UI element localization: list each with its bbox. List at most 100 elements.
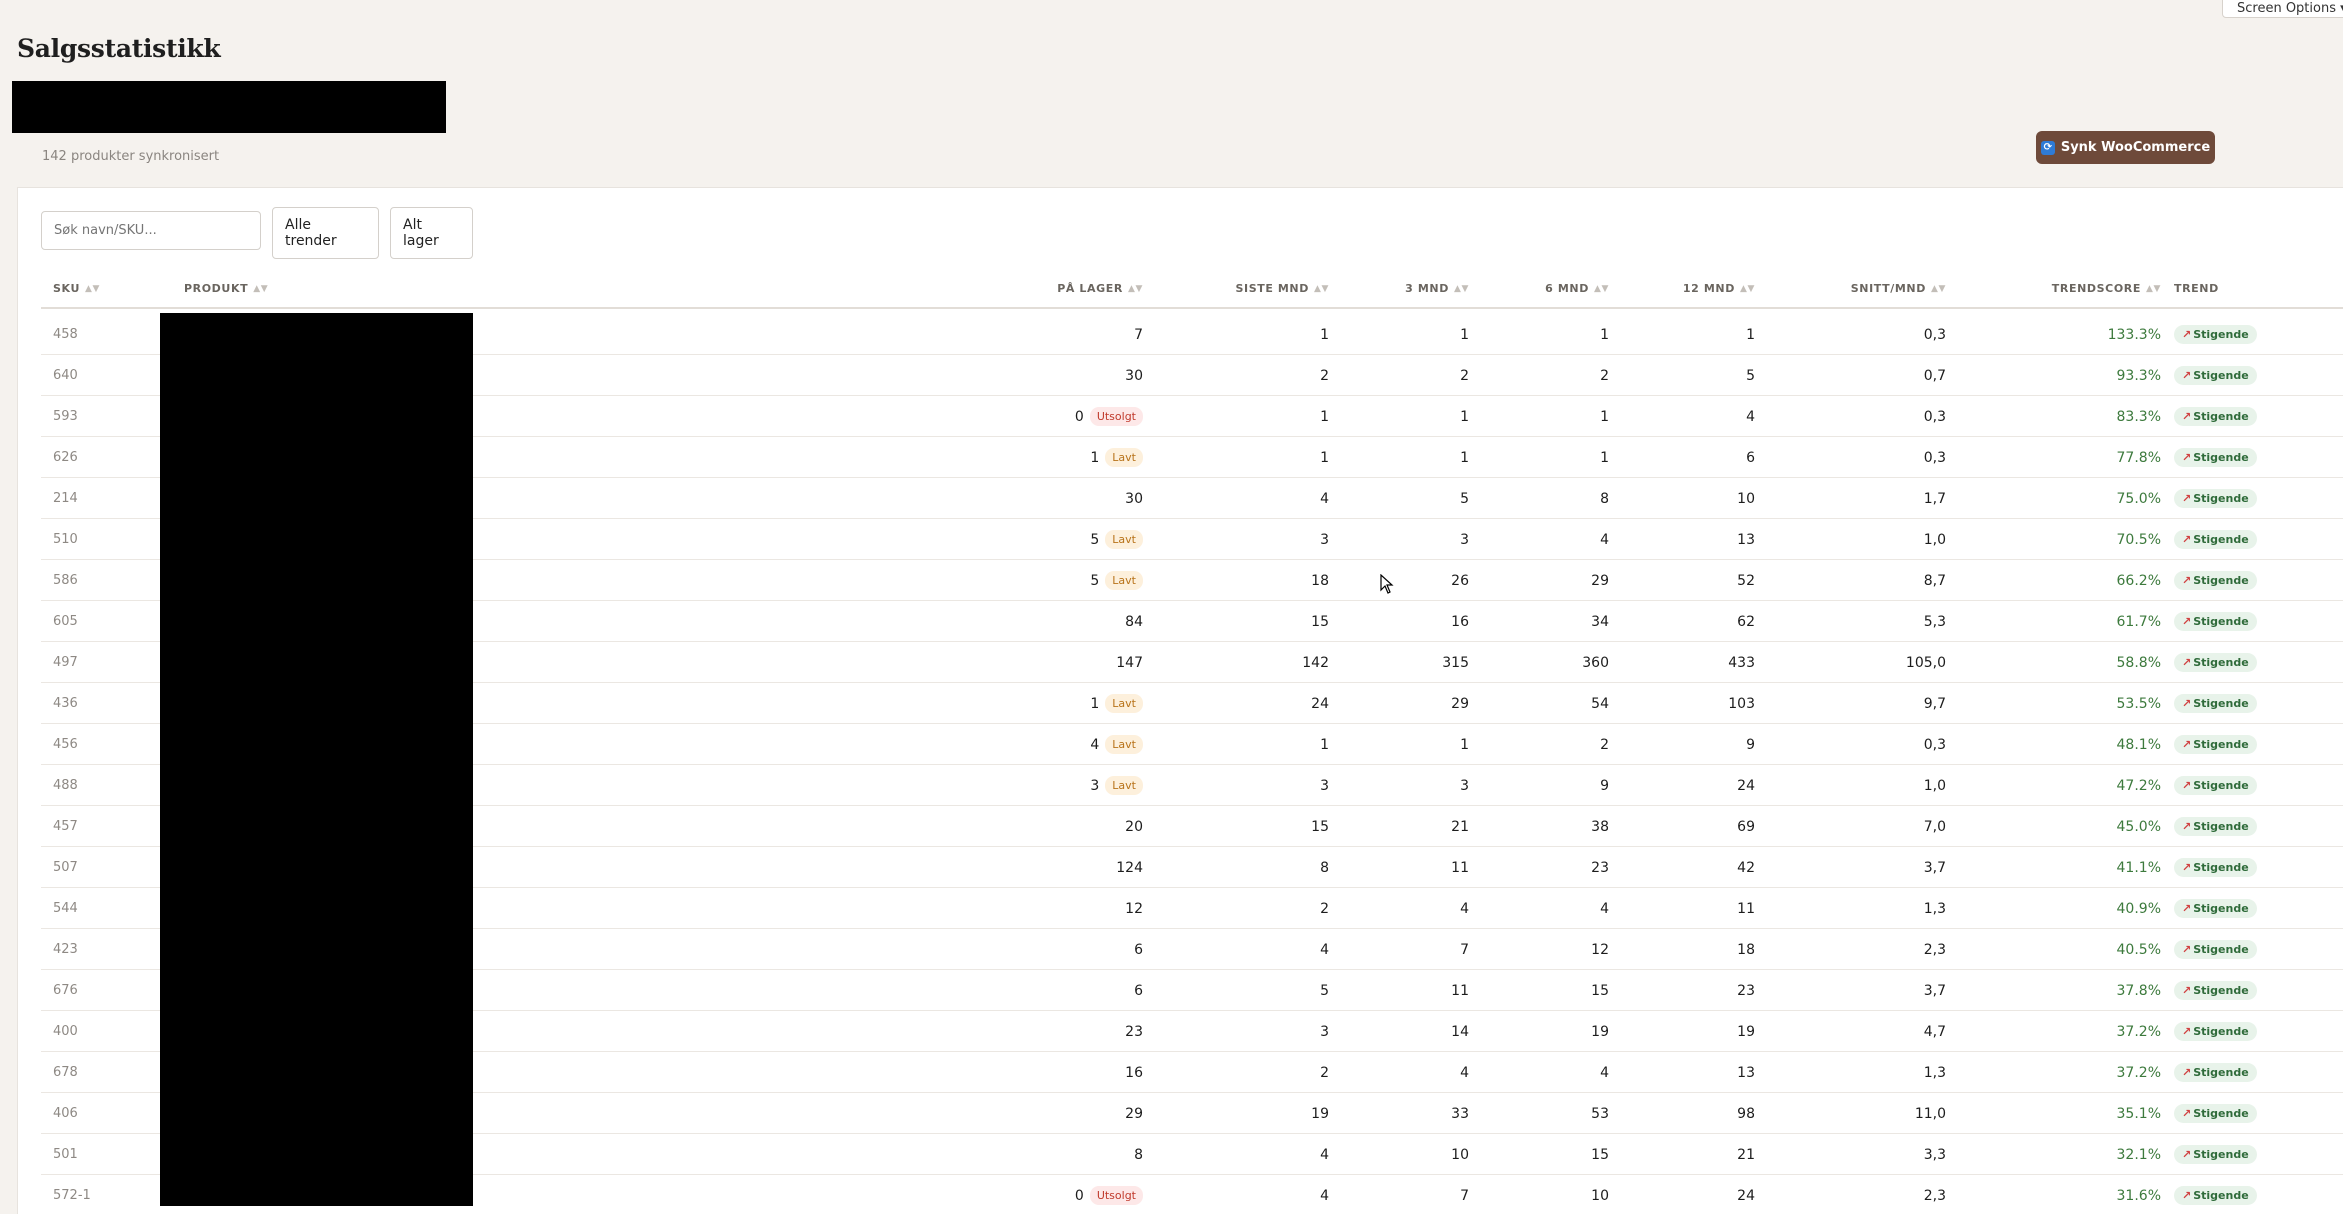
cell-avg-month: 3,3 — [1923, 1146, 1946, 1163]
cell-last-month: 3 — [1320, 1023, 1329, 1040]
cell-stock: 23 — [1125, 1011, 1143, 1052]
cell-6-months: 2 — [1600, 367, 1609, 384]
cell-3-months: 315 — [1442, 654, 1469, 671]
cell-trend: ↗ Stigende — [2174, 642, 2257, 683]
cell-3-months: 33 — [1451, 1105, 1469, 1122]
cell-sku: 605 — [53, 614, 78, 629]
stock-status-badge: Lavt — [1105, 735, 1143, 754]
cell-3-months: 10 — [1451, 1146, 1469, 1163]
header-6-months[interactable]: 6 MND ▲▼ — [1545, 268, 1609, 309]
cell-3-months: 11 — [1451, 982, 1469, 999]
sort-icon: ▲▼ — [2145, 283, 2161, 294]
header-avg-month[interactable]: SNITT/MND ▲▼ — [1851, 268, 1946, 309]
cell-6-months: 34 — [1591, 613, 1609, 630]
cell-avg-month: 0,3 — [1923, 326, 1946, 343]
cell-stock: 30 — [1125, 478, 1143, 519]
cell-12-months: 4 — [1746, 408, 1755, 425]
cell-sku: 544 — [53, 901, 78, 916]
stock-value: 20 — [1125, 818, 1143, 835]
trend-badge: ↗ Stigende — [2174, 1145, 2257, 1164]
stock-filter-select[interactable]: Alt lager — [390, 207, 473, 259]
stock-value: 30 — [1125, 367, 1143, 384]
cell-trend: ↗ Stigende — [2174, 355, 2257, 396]
cell-3-months: 2 — [1460, 367, 1469, 384]
cell-12-months: 103 — [1728, 695, 1755, 712]
cell-3-months: 3 — [1460, 531, 1469, 548]
cell-3-months: 16 — [1451, 613, 1469, 630]
cell-avg-month: 8,7 — [1923, 572, 1946, 589]
cell-last-month: 3 — [1320, 531, 1329, 548]
trend-filter-select[interactable]: Alle trender — [272, 207, 379, 259]
cell-trend: ↗ Stigende — [2174, 396, 2257, 437]
trend-badge: ↗ Stigende — [2174, 366, 2257, 385]
cell-avg-month: 1,3 — [1923, 900, 1946, 917]
cell-trendscore: 66.2% — [2116, 572, 2161, 589]
header-sku[interactable]: SKU ▲▼ — [53, 268, 100, 309]
cell-last-month: 15 — [1311, 818, 1329, 835]
cell-trend: ↗ Stigende — [2174, 1134, 2257, 1175]
header-3-months[interactable]: 3 MND ▲▼ — [1405, 268, 1469, 309]
trend-label: Stigende — [2193, 902, 2249, 915]
stock-value: 7 — [1134, 326, 1143, 343]
cell-6-months: 4 — [1600, 900, 1609, 917]
trend-label: Stigende — [2193, 369, 2249, 382]
cell-sku: 593 — [53, 409, 78, 424]
trend-filter-value: Alle trender — [285, 217, 337, 249]
cell-3-months: 21 — [1451, 818, 1469, 835]
page-title: Salgsstatistikk — [17, 34, 221, 63]
cell-sku: 406 — [53, 1106, 78, 1121]
cell-stock: 5 Lavt — [1090, 519, 1143, 560]
trend-label: Stigende — [2193, 1025, 2249, 1038]
search-input[interactable] — [41, 211, 261, 250]
cell-12-months: 10 — [1737, 490, 1755, 507]
sort-icon: ▲▼ — [1930, 283, 1946, 294]
screen-options-button[interactable]: Screen Options ▾ — [2222, 0, 2343, 18]
trend-up-icon: ↗ — [2182, 943, 2192, 956]
cell-last-month: 2 — [1320, 367, 1329, 384]
cell-trend: ↗ Stigende — [2174, 519, 2257, 560]
cell-stock: 6 — [1134, 929, 1143, 970]
header-last-month[interactable]: SISTE MND ▲▼ — [1235, 268, 1329, 309]
header-trendscore[interactable]: TRENDSCORE ▲▼ — [2052, 268, 2161, 309]
stock-status-badge: Lavt — [1105, 694, 1143, 713]
header-stock[interactable]: PÅ LAGER ▲▼ — [1057, 268, 1143, 309]
sync-icon: ⟳ — [2040, 140, 2055, 155]
cell-stock: 7 — [1134, 314, 1143, 355]
stock-value: 147 — [1116, 654, 1143, 671]
cell-6-months: 54 — [1591, 695, 1609, 712]
trend-badge: ↗ Stigende — [2174, 407, 2257, 426]
cell-trend: ↗ Stigende — [2174, 560, 2257, 601]
cell-last-month: 5 — [1320, 982, 1329, 999]
trend-label: Stigende — [2193, 328, 2249, 341]
header-12-months[interactable]: 12 MND ▲▼ — [1683, 268, 1755, 309]
cell-6-months: 4 — [1600, 531, 1609, 548]
cell-avg-month: 5,3 — [1923, 613, 1946, 630]
cell-last-month: 24 — [1311, 695, 1329, 712]
cell-6-months: 19 — [1591, 1023, 1609, 1040]
cell-last-month: 2 — [1320, 1064, 1329, 1081]
cell-12-months: 23 — [1737, 982, 1755, 999]
cell-trend: ↗ Stigende — [2174, 437, 2257, 478]
cell-6-months: 38 — [1591, 818, 1609, 835]
cell-trend: ↗ Stigende — [2174, 888, 2257, 929]
trend-label: Stigende — [2193, 1189, 2249, 1202]
cell-avg-month: 1,7 — [1923, 490, 1946, 507]
trend-up-icon: ↗ — [2182, 451, 2192, 464]
cell-trend: ↗ Stigende — [2174, 724, 2257, 765]
header-product[interactable]: PRODUKT ▲▼ — [184, 268, 268, 309]
cell-3-months: 7 — [1460, 941, 1469, 958]
cell-stock: 124 — [1116, 847, 1143, 888]
stock-value: 0 — [1074, 1187, 1084, 1204]
cell-12-months: 62 — [1737, 613, 1755, 630]
cell-3-months: 4 — [1460, 1064, 1469, 1081]
trend-badge: ↗ Stigende — [2174, 940, 2257, 959]
stock-value: 5 — [1090, 572, 1100, 589]
trend-label: Stigende — [2193, 410, 2249, 423]
trend-badge: ↗ Stigende — [2174, 694, 2257, 713]
trend-up-icon: ↗ — [2182, 615, 2192, 628]
sync-woocommerce-button[interactable]: ⟳ Synk WooCommerce — [2036, 131, 2215, 164]
cell-trendscore: 40.5% — [2116, 941, 2161, 958]
trend-label: Stigende — [2193, 779, 2249, 792]
trend-label: Stigende — [2193, 451, 2249, 464]
cell-3-months: 26 — [1451, 572, 1469, 589]
